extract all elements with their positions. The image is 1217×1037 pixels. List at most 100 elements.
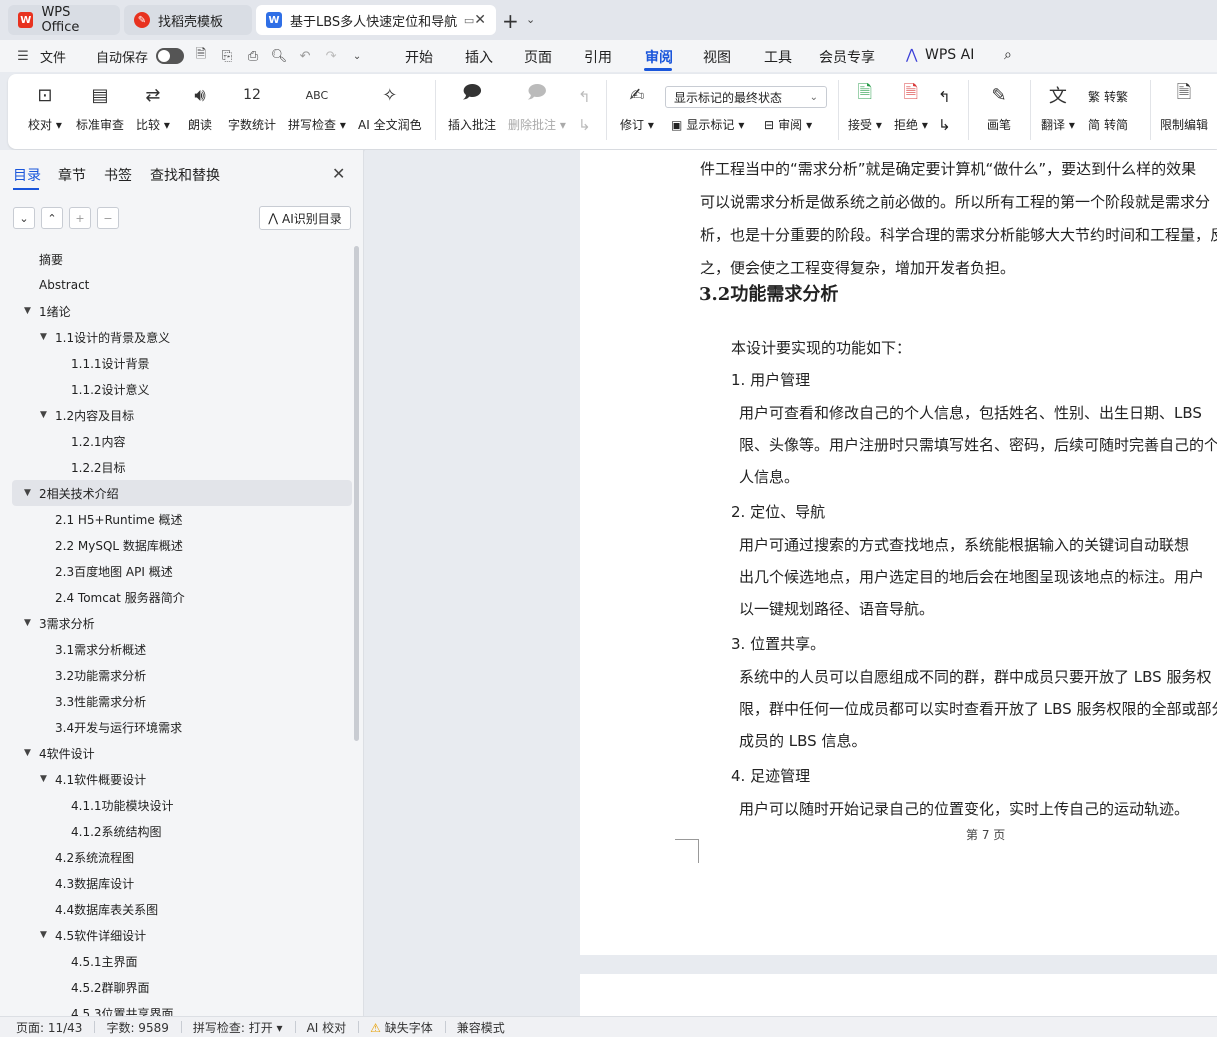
toc-item[interactable]: 1.1.2设计意义: [12, 376, 352, 402]
toc-item[interactable]: 2.4 Tomcat 服务器简介: [12, 584, 352, 610]
expand-arrow-icon[interactable]: ▼: [24, 618, 31, 628]
undo-icon[interactable]: ↶: [296, 49, 314, 64]
print-icon[interactable]: ⎙: [244, 49, 262, 64]
toc-item[interactable]: ▼ 1.2内容及目标: [12, 402, 352, 428]
export-pdf-icon[interactable]: ⎘: [218, 49, 236, 64]
expand-arrow-icon[interactable]: ▼: [24, 488, 31, 498]
toc-item[interactable]: 1.1.1设计背景: [12, 350, 352, 376]
toc-item[interactable]: 4.1.2系统结构图: [12, 818, 352, 844]
word-count-indicator[interactable]: 字数: 9589: [94, 1019, 180, 1036]
next-change-icon[interactable]: ↳: [938, 116, 951, 134]
close-icon[interactable]: ✕: [474, 12, 486, 28]
read-aloud-button[interactable]: 🔊︎ 朗读: [187, 82, 213, 133]
toc-item[interactable]: ▼ 3需求分析: [12, 610, 352, 636]
expand-arrow-icon[interactable]: ▼: [40, 332, 47, 342]
plus-icon[interactable]: +: [69, 207, 91, 229]
menu-member[interactable]: 会员专享: [819, 47, 875, 67]
menu-wps-ai[interactable]: WPS AI: [925, 47, 974, 63]
tab-bookmarks[interactable]: 书签: [104, 165, 132, 185]
translate-button[interactable]: 文 翻译 ▾: [1041, 82, 1075, 133]
previous-change-icon[interactable]: ↰: [938, 88, 951, 106]
to-simplified-button[interactable]: 简 转简: [1088, 116, 1128, 133]
toc-item[interactable]: 4.5.1主界面: [12, 948, 352, 974]
toc-item[interactable]: 2.1 H5+Runtime 概述: [12, 506, 352, 532]
ai-polish-button[interactable]: ✧ AI 全文润色: [358, 82, 422, 133]
page-indicator[interactable]: 页面: 11/43: [0, 1019, 94, 1036]
menu-insert[interactable]: 插入: [465, 47, 493, 67]
toc-item[interactable]: 4.3数据库设计: [12, 870, 352, 896]
chevron-down-icon[interactable]: ⌄: [348, 51, 366, 62]
menu-tools[interactable]: 工具: [764, 47, 792, 67]
toc-item[interactable]: 4.2系统流程图: [12, 844, 352, 870]
tab-toc[interactable]: 目录: [13, 165, 41, 185]
spell-check-button[interactable]: ABC 拼写检查 ▾: [288, 82, 346, 133]
revise-button[interactable]: ✍ 修订 ▾: [620, 82, 654, 133]
expand-arrow-icon[interactable]: ▼: [40, 774, 47, 784]
file-menu[interactable]: 文件: [40, 47, 66, 66]
toc-item[interactable]: ▼ 1.1设计的背景及意义: [12, 324, 352, 350]
save-icon[interactable]: 🗎: [192, 45, 210, 67]
toc-item[interactable]: 4.5.2群聊界面: [12, 974, 352, 1000]
toc-item[interactable]: Abstract: [12, 272, 352, 298]
toc-item[interactable]: 3.2功能需求分析: [12, 662, 352, 688]
new-tab-plus-icon[interactable]: +: [502, 9, 519, 33]
expand-down-icon[interactable]: ⌄: [13, 207, 35, 229]
toc-item[interactable]: 1.2.2目标: [12, 454, 352, 480]
show-markup-button[interactable]: ▣ 显示标记 ▾: [671, 116, 744, 133]
toc-item[interactable]: 摘要: [12, 246, 352, 272]
expand-arrow-icon[interactable]: ▼: [24, 748, 31, 758]
delete-comment-button[interactable]: 🗩 删除批注 ▾: [508, 82, 566, 133]
menu-review[interactable]: 审阅: [645, 47, 673, 67]
tab-template[interactable]: ✎ 找稻壳模板: [124, 5, 252, 35]
expand-arrow-icon[interactable]: ▼: [40, 410, 47, 420]
menu-home[interactable]: 开始: [405, 47, 433, 67]
spell-check-indicator[interactable]: 拼写检查: 打开 ▾: [180, 1019, 295, 1036]
next-comment-icon[interactable]: ↳: [578, 116, 591, 134]
toc-item[interactable]: ▼ 4软件设计: [12, 740, 352, 766]
collapse-up-icon[interactable]: ⌃: [41, 207, 63, 229]
previous-comment-icon[interactable]: ↰: [578, 88, 591, 106]
pen-button[interactable]: ✎ 画笔: [986, 82, 1012, 133]
review-pane-button[interactable]: ⊟ 审阅 ▾: [764, 116, 812, 133]
ai-toc-button[interactable]: ⋀ AI识别目录: [259, 206, 351, 230]
toc-item[interactable]: 4.4数据库表关系图: [12, 896, 352, 922]
toc-item[interactable]: 3.1需求分析概述: [12, 636, 352, 662]
minus-icon[interactable]: −: [97, 207, 119, 229]
ai-check-indicator[interactable]: AI 校对: [294, 1019, 359, 1036]
to-traditional-button[interactable]: 繁 转繁: [1088, 88, 1128, 105]
scrollbar[interactable]: [354, 246, 359, 741]
close-icon[interactable]: ✕: [332, 164, 345, 183]
toc-item[interactable]: 3.4开发与运行环境需求: [12, 714, 352, 740]
toc-item[interactable]: 2.2 MySQL 数据库概述: [12, 532, 352, 558]
toc-item[interactable]: 3.3性能需求分析: [12, 688, 352, 714]
chevron-down-icon[interactable]: ⌄: [526, 13, 535, 26]
restrict-edit-button[interactable]: 🗎 限制编辑: [1160, 82, 1208, 133]
print-preview-icon[interactable]: 🔍︎: [270, 49, 288, 64]
missing-font-indicator[interactable]: ⚠ 缺失字体: [358, 1019, 445, 1036]
menu-view[interactable]: 视图: [703, 47, 731, 67]
expand-arrow-icon[interactable]: ▼: [40, 930, 47, 940]
tab-sections[interactable]: 章节: [58, 165, 86, 185]
tab-document[interactable]: W 基于LBS多人快速定位和导航 ▭ ✕: [256, 5, 496, 35]
proofread-button[interactable]: ⊡ 校对 ▾: [28, 82, 62, 133]
word-count-button[interactable]: 12 字数统计: [228, 82, 276, 133]
redo-icon[interactable]: ↷: [322, 49, 340, 64]
menu-page[interactable]: 页面: [524, 47, 552, 67]
hamburger-icon[interactable]: ☰: [14, 49, 32, 64]
compare-button[interactable]: ⇄ 比较 ▾: [136, 82, 170, 133]
markup-display-select[interactable]: 显示标记的最终状态 ⌄: [665, 86, 827, 108]
toc-item[interactable]: ▼ 1绪论: [12, 298, 352, 324]
reject-button[interactable]: 🗎 拒绝 ▾: [894, 82, 928, 133]
toc-item[interactable]: ▼ 4.1软件概要设计: [12, 766, 352, 792]
toc-item[interactable]: ▼ 2相关技术介绍: [12, 480, 352, 506]
toc-item[interactable]: 1.2.1内容: [12, 428, 352, 454]
standard-review-button[interactable]: ▤ 标准审查: [76, 82, 124, 133]
toc-item[interactable]: 4.1.1功能模块设计: [12, 792, 352, 818]
menu-reference[interactable]: 引用: [584, 47, 612, 67]
tab-find-replace[interactable]: 查找和替换: [150, 165, 220, 185]
insert-comment-button[interactable]: 🗩 插入批注: [448, 82, 496, 133]
toc-item[interactable]: 2.3百度地图 API 概述: [12, 558, 352, 584]
search-icon[interactable]: ⌕: [1004, 47, 1012, 63]
expand-arrow-icon[interactable]: ▼: [24, 306, 31, 316]
tab-wps-office[interactable]: W WPS Office: [8, 5, 120, 35]
